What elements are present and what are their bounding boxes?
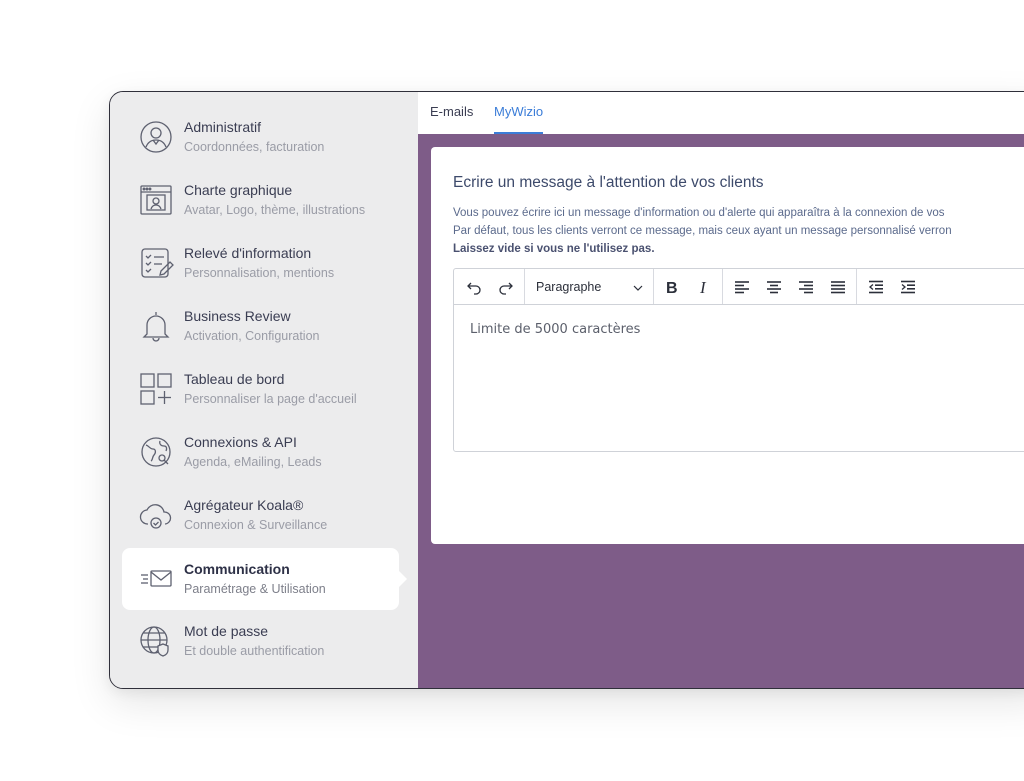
sidebar-item-subtitle: Personnalisation, mentions xyxy=(184,266,335,280)
indent-icon[interactable] xyxy=(894,269,922,304)
bell-icon xyxy=(138,308,174,344)
undo-icon[interactable] xyxy=(460,269,488,304)
editor-toolbar: Paragraphe B I xyxy=(454,269,1024,305)
sidebar-item-subtitle: Activation, Configuration xyxy=(184,329,320,343)
cloud-check-icon xyxy=(138,497,174,533)
description-line: Vous pouvez écrire ici un message d'info… xyxy=(453,207,945,219)
description-note: Laissez vide si vous ne l'utilisez pas. xyxy=(453,243,655,255)
sidebar-item-title: Mot de passe xyxy=(184,623,269,639)
sidebar-item-charte-graphique[interactable]: Charte graphique Avatar, Logo, thème, il… xyxy=(122,169,399,231)
italic-icon[interactable]: I xyxy=(690,269,718,304)
sidebar-item-title: Business Review xyxy=(184,308,291,324)
settings-sidebar: Administratif Coordonnées, facturation C… xyxy=(110,92,418,688)
sidebar-item-agregateur-koala[interactable]: Agrégateur Koala® Connexion & Surveillan… xyxy=(122,484,399,546)
tab-bar: E-mails MyWizio xyxy=(418,92,1024,134)
user-circle-icon xyxy=(138,119,174,155)
toolbar-separator xyxy=(722,269,723,304)
svg-text:B: B xyxy=(666,280,678,295)
align-left-icon[interactable] xyxy=(728,269,756,304)
align-center-icon[interactable] xyxy=(760,269,788,304)
align-justify-icon[interactable] xyxy=(824,269,852,304)
chevron-down-icon xyxy=(632,281,644,299)
sidebar-item-business-review[interactable]: Business Review Activation, Configuratio… xyxy=(122,295,399,357)
browser-avatar-icon xyxy=(138,182,174,218)
block-format-select[interactable]: Paragraphe xyxy=(526,269,652,304)
tab-emails[interactable]: E-mails xyxy=(430,92,473,134)
redo-icon[interactable] xyxy=(492,269,520,304)
globe-shield-icon xyxy=(138,623,174,659)
envelope-send-icon xyxy=(138,561,174,597)
sidebar-item-subtitle: Connexion & Surveillance xyxy=(184,518,328,532)
settings-window: Administratif Coordonnées, facturation C… xyxy=(109,91,1024,689)
sidebar-item-subtitle: Agenda, eMailing, Leads xyxy=(184,455,322,469)
rich-text-editor: Paragraphe B I Limite de 5000 caractères xyxy=(453,268,1024,452)
editor-content-area[interactable]: Limite de 5000 caractères xyxy=(470,322,640,337)
sidebar-item-title: Administratif xyxy=(184,119,262,135)
sidebar-item-subtitle: Paramétrage & Utilisation xyxy=(184,582,326,596)
sidebar-item-releve-information[interactable]: Relevé d'information Personnalisation, m… xyxy=(122,232,399,294)
align-right-icon[interactable] xyxy=(792,269,820,304)
tab-mywizio[interactable]: MyWizio xyxy=(494,92,544,134)
message-card: Ecrire un message à l'attention de vos c… xyxy=(431,147,1024,544)
sidebar-item-communication[interactable]: Communication Paramétrage & Utilisation xyxy=(122,548,407,610)
sidebar-item-title: Communication xyxy=(184,561,290,577)
bold-icon[interactable]: B xyxy=(658,269,686,304)
sidebar-item-title: Connexions & API xyxy=(184,434,297,450)
sidebar-item-subtitle: Avatar, Logo, thème, illustrations xyxy=(184,203,366,217)
toolbar-separator xyxy=(524,269,525,304)
sidebar-item-administratif[interactable]: Administratif Coordonnées, facturation xyxy=(122,106,399,168)
sidebar-item-title: Tableau de bord xyxy=(184,371,285,387)
toolbar-separator xyxy=(653,269,654,304)
card-description: Vous pouvez écrire ici un message d'info… xyxy=(453,204,952,258)
sidebar-item-mot-de-passe[interactable]: Mot de passe Et double authentification xyxy=(122,610,399,672)
globe-link-icon xyxy=(138,434,174,470)
sidebar-item-connexions-api[interactable]: Connexions & API Agenda, eMailing, Leads xyxy=(122,421,399,483)
sidebar-item-subtitle: Coordonnées, facturation xyxy=(184,140,325,154)
dashboard-grid-icon xyxy=(138,371,174,407)
card-title: Ecrire un message à l'attention de vos c… xyxy=(453,174,764,191)
sidebar-item-title: Agrégateur Koala® xyxy=(184,497,304,513)
toolbar-separator xyxy=(856,269,857,304)
sidebar-item-tableau-de-bord[interactable]: Tableau de bord Personnaliser la page d'… xyxy=(122,358,399,420)
description-line: Par défaut, tous les clients verront ce … xyxy=(453,225,952,237)
outdent-icon[interactable] xyxy=(862,269,890,304)
checklist-edit-icon xyxy=(138,245,174,281)
sidebar-item-title: Relevé d'information xyxy=(184,245,312,261)
svg-text:I: I xyxy=(699,279,707,295)
sidebar-item-subtitle: Personnaliser la page d'accueil xyxy=(184,392,357,406)
sidebar-item-subtitle: Et double authentification xyxy=(184,644,325,658)
block-format-label: Paragraphe xyxy=(536,280,602,294)
main-panel: E-mails MyWizio Ecrire un message à l'at… xyxy=(418,92,1024,688)
sidebar-item-title: Charte graphique xyxy=(184,182,293,198)
